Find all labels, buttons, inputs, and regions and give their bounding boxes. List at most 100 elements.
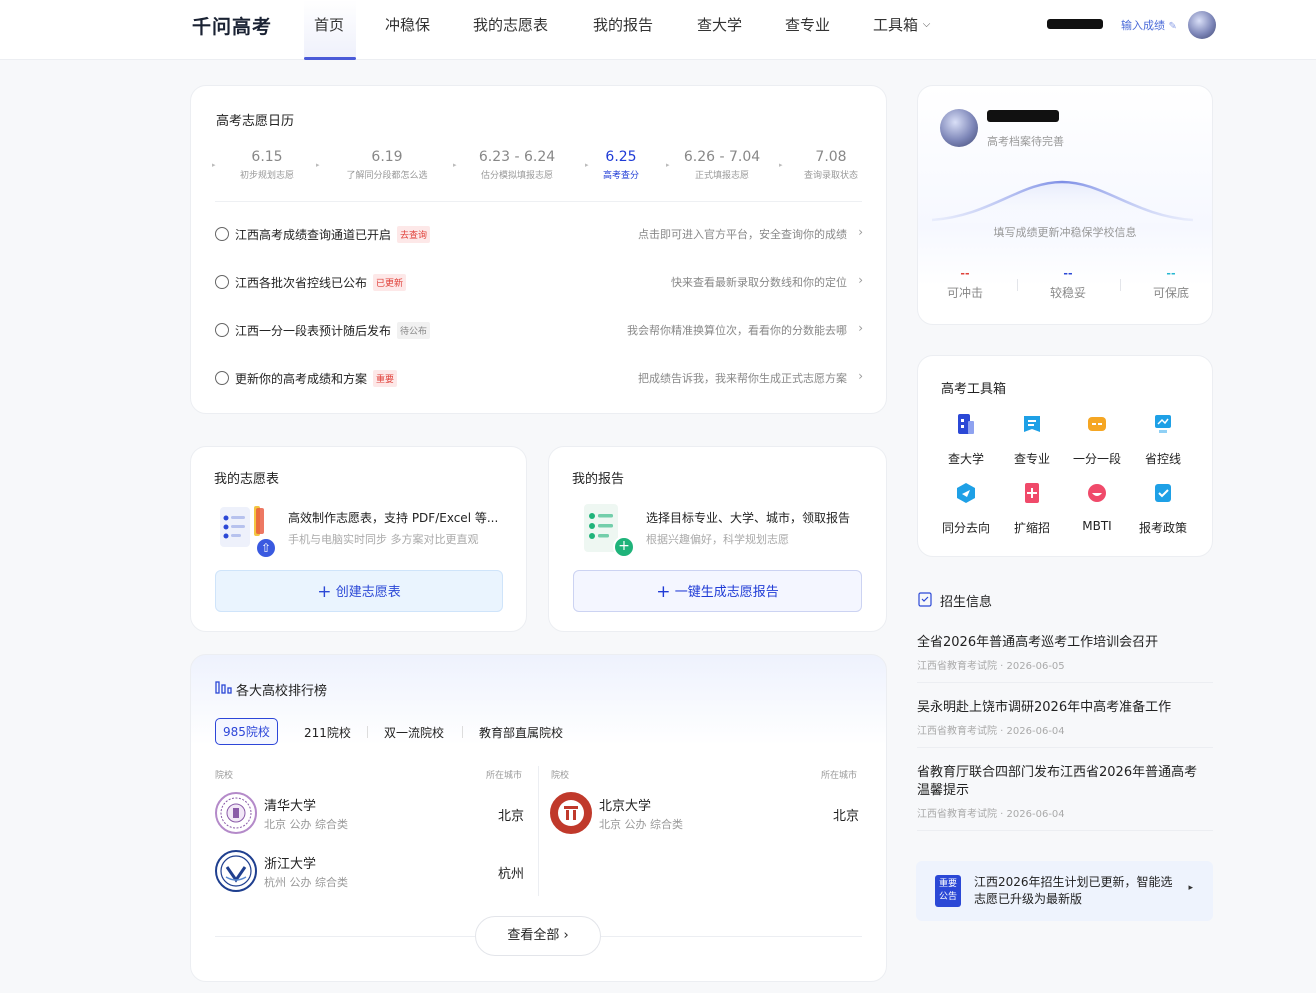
news-item-title[interactable]: 吴永明赴上饶市调研2026年中高考准备工作 [917, 699, 1207, 717]
chevron-right-icon: › [858, 369, 863, 383]
news-item-title[interactable]: 省教育厅联合四部门发布江西省2026年普通高考温馨提示 [917, 764, 1207, 800]
tool-control-line[interactable]: 省控线 [1133, 413, 1193, 467]
nav-active-indicator [304, 57, 356, 60]
nav-chongwenbao[interactable]: 冲稳保 [385, 14, 430, 35]
university-seal-icon [220, 855, 252, 887]
task-row[interactable]: 江西一分一段表预计随后发布 待公布 我会帮你精准换算位次，看看你的分数能去哪 › [215, 320, 863, 340]
task-hint: 把成绩告诉我，我来帮你生成正式志愿方案 [638, 372, 847, 385]
policy-icon [1155, 484, 1171, 502]
stat-wen[interactable]: -- 较稳妥 [1028, 267, 1108, 301]
step-arrow-icon: ▸ [666, 161, 670, 169]
university-name[interactable]: 浙江大学 [264, 853, 316, 872]
ranking-title: 各大高校排行榜 [236, 684, 328, 699]
nav-home[interactable]: 首页 [314, 14, 344, 35]
tab-211[interactable]: 211院校 [304, 724, 351, 741]
nav-my-wishlist[interactable]: 我的志愿表 [473, 14, 548, 35]
generate-report-button[interactable]: + 一键生成志愿报告 [573, 570, 862, 612]
pku-logo [550, 792, 592, 834]
report-title: 我的报告 [572, 472, 625, 487]
stat-label: 可保底 [1152, 286, 1189, 300]
tool-label: MBTI [1082, 519, 1112, 533]
calendar-divider [215, 201, 862, 202]
task-checkbox[interactable] [215, 275, 229, 289]
tool-policy[interactable]: 报考政策 [1133, 482, 1193, 536]
wishlist-title: 我的志愿表 [214, 472, 280, 487]
stat-separator [1017, 279, 1018, 291]
column-divider [538, 766, 539, 896]
university-name[interactable]: 北京大学 [599, 795, 651, 814]
task-row[interactable]: 江西各批次省控线已公布 已更新 快来查看最新录取分数线和你的定位 › [215, 272, 863, 292]
tool-same-score[interactable]: 同分去向 [936, 482, 996, 536]
task-tag: 待公布 [397, 322, 431, 339]
plus-icon: + [317, 582, 332, 602]
nav-toolbox[interactable]: 工具箱 ⌵ [873, 14, 930, 35]
calendar-title: 高考志愿日历 [216, 114, 295, 129]
nav-my-report[interactable]: 我的报告 [593, 14, 653, 35]
user-avatar[interactable] [1188, 11, 1216, 39]
tool-score-segment[interactable]: 一分一段 [1067, 413, 1127, 467]
zju-logo [215, 850, 257, 892]
column-header-school: 院校 [551, 771, 570, 781]
stat-bao[interactable]: -- 可保底 [1131, 267, 1211, 301]
divider-line [215, 936, 475, 937]
report-subdesc: 根据兴趣偏好，科学规划志愿 [646, 533, 789, 546]
score-distribution-curve [931, 180, 1194, 226]
important-notice[interactable]: 重要公告 江西2026年招生计划已更新，智能选志愿已升级为最新版 ▸ [916, 861, 1213, 921]
university-icon [958, 414, 974, 434]
wishlist-subdesc: 手机与电脑实时同步 多方案对比更直观 [288, 533, 479, 546]
profile-avatar[interactable] [940, 109, 978, 147]
tool-enrollment-change[interactable]: 扩缩招 [1002, 482, 1062, 536]
major-icon [1024, 416, 1040, 432]
university-city: 杭州 [498, 867, 525, 882]
task-checkbox[interactable] [215, 323, 229, 337]
task-row[interactable]: 更新你的高考成绩和方案 重要 把成绩告诉我，我来帮你生成正式志愿方案 › [215, 368, 863, 388]
stat-separator [1120, 279, 1121, 291]
tab-985[interactable]: 985院校 [215, 718, 278, 745]
bar-chart-icon [215, 681, 232, 694]
tab-moe-direct[interactable]: 教育部直属院校 [479, 724, 563, 741]
stat-value: -- [960, 267, 970, 280]
score-segment-icon [1088, 417, 1106, 431]
input-score-link[interactable]: 输入成绩 ✎ [1121, 17, 1177, 33]
stat-label: 较稳妥 [1049, 286, 1086, 300]
mbti-icon [1088, 484, 1106, 502]
divider-line [601, 936, 862, 937]
step-date: 6.23 - 6.24 [478, 149, 556, 165]
app-logo[interactable]: 千问高考 [192, 12, 272, 39]
create-wishlist-button[interactable]: + 创建志愿表 [215, 570, 503, 612]
calendar-step: 7.08 查询录取状态 [796, 149, 866, 181]
add-icon: + [613, 536, 635, 558]
task-row[interactable]: 江西高考成绩查询通道已开启 去查询 点击即可进入官方平台，安全查询你的成绩 › [215, 224, 863, 244]
tool-mbti[interactable]: MBTI [1067, 482, 1127, 533]
task-checkbox[interactable] [215, 227, 229, 241]
control-line-icon [1155, 415, 1171, 433]
university-meta: 杭州 公办 综合类 [264, 876, 348, 889]
news-item-title[interactable]: 全省2026年普通高考巡考工作培训会召开 [917, 634, 1207, 652]
stat-chong[interactable]: -- 可冲击 [925, 267, 1005, 301]
step-arrow-icon: ▸ [585, 161, 589, 169]
top-nav: 千问高考 首页 冲稳保 我的志愿表 我的报告 查大学 查专业 工具箱 ⌵ 输入成… [0, 0, 1316, 60]
tool-major[interactable]: 查专业 [1002, 413, 1062, 467]
tool-university[interactable]: 查大学 [936, 413, 996, 467]
tool-label: 省控线 [1144, 452, 1181, 466]
redacted-profile-name [987, 110, 1059, 122]
task-tag: 已更新 [373, 274, 407, 291]
tab-separator [462, 726, 463, 738]
university-name[interactable]: 清华大学 [264, 795, 316, 814]
calendar-card [190, 85, 887, 414]
task-tag: 去查询 [397, 226, 431, 243]
task-checkbox[interactable] [215, 371, 229, 385]
step-sub: 了解同分段都怎么选 [346, 171, 428, 181]
tool-label: 同分去向 [941, 521, 990, 535]
nav-find-university[interactable]: 查大学 [697, 14, 742, 35]
chevron-down-icon: ⌵ [922, 19, 931, 30]
step-sub: 正式填报志愿 [694, 171, 749, 181]
profile-status: 高考档案待完善 [987, 135, 1064, 148]
tab-double-first-class[interactable]: 双一流院校 [384, 724, 444, 741]
input-score-label: 输入成绩 [1121, 19, 1165, 32]
tool-label: 扩缩招 [1013, 521, 1050, 535]
view-all-button[interactable]: 查看全部 › [475, 916, 601, 956]
nav-find-major[interactable]: 查专业 [785, 14, 830, 35]
column-header-school: 院校 [215, 771, 234, 781]
university-city: 北京 [833, 809, 860, 824]
